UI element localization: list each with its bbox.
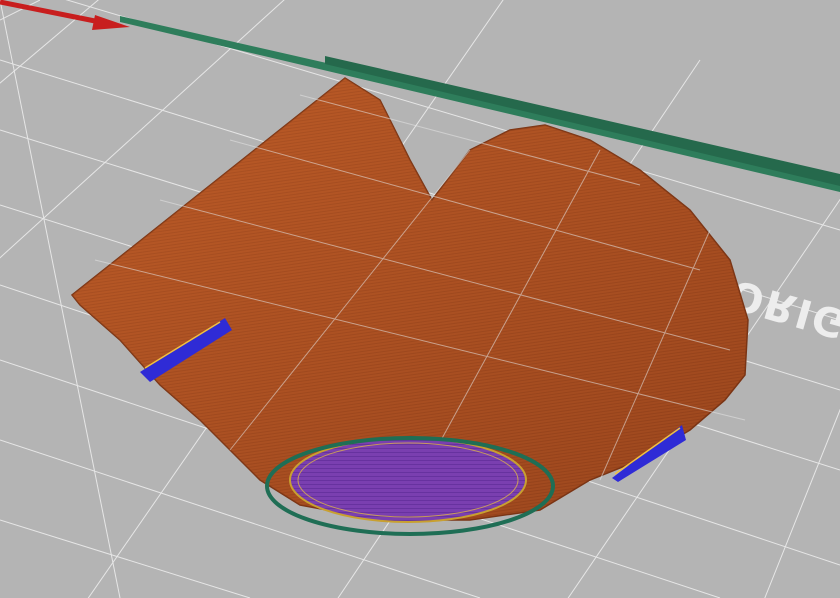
- first-layer-fill: [289, 437, 527, 523]
- first-layer: [265, 436, 555, 536]
- 3d-preview-viewport[interactable]: ORIGINAL PRUSA: [0, 0, 840, 598]
- print-bed-scene[interactable]: ORIGINAL PRUSA: [0, 0, 840, 598]
